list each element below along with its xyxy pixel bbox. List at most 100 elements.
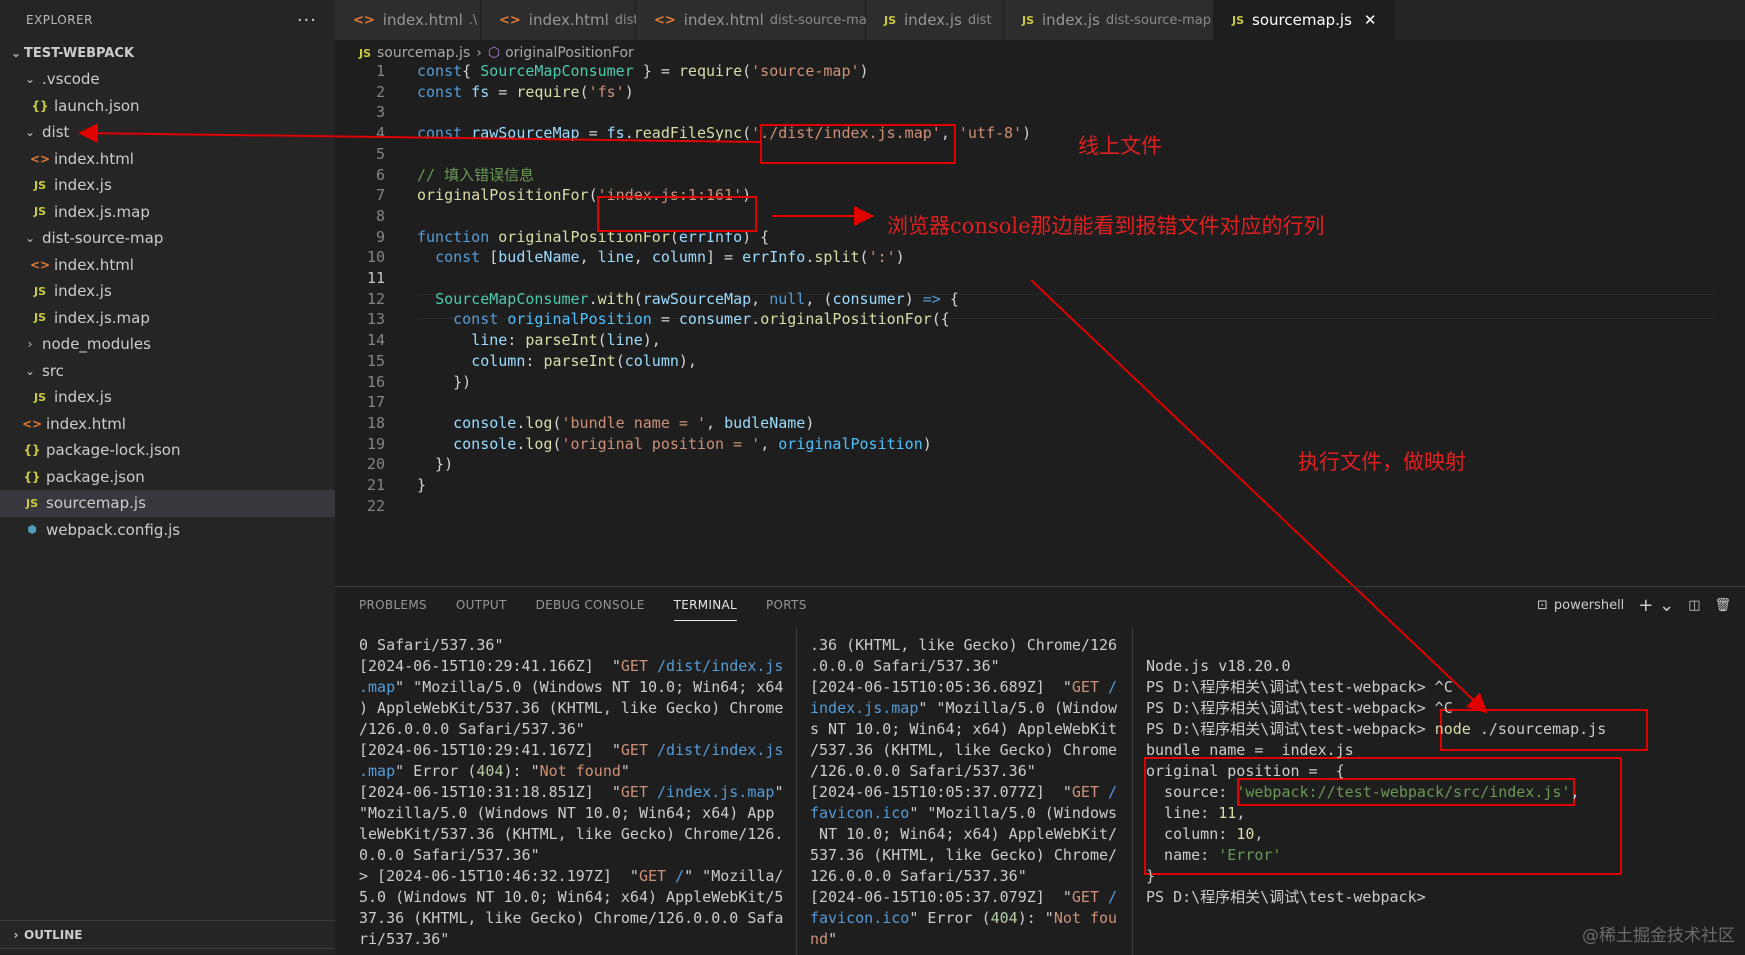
terminal-middle[interactable]: .36 (KHTML, like Gecko) Chrome/126 .0.0.0…	[810, 635, 1126, 950]
terminal-left[interactable]: 0 Safari/537.36" [2024-06-15T10:29:41.166…	[359, 635, 789, 950]
tree-item[interactable]: ⌄ src	[0, 358, 335, 385]
code-token: )	[904, 289, 923, 308]
breadcrumb-symbol[interactable]: originalPositionFor	[505, 45, 634, 61]
panel-tab[interactable]: OUTPUT	[456, 590, 507, 620]
code-token: console	[453, 413, 517, 432]
terminal-line: s NT 10.0; Win64; x64) AppleWebKit	[810, 719, 1126, 740]
line-number: 21	[366, 476, 385, 494]
breadcrumb-separator: ›	[476, 45, 482, 61]
terminal-line: name: 'Error'	[1146, 845, 1736, 866]
code-editor[interactable]: 1 const{ SourceMapConsumer } = require('s…	[335, 62, 1745, 586]
tree-item[interactable]: JS index.js	[0, 278, 335, 305]
code-token: const	[417, 124, 463, 143]
terminal-token: GET	[1071, 678, 1109, 696]
outline-section[interactable]: › OUTLINE	[0, 920, 335, 948]
code-token: // 填入错误信息	[417, 165, 535, 184]
terminal-line: 537.36 (KHTML, like Gecko) Chrome/	[810, 845, 1126, 866]
editor-tab[interactable]: <> index.html dist-source-map	[636, 0, 875, 40]
code-line: 13 const originalPosition = consumer.ori…	[335, 308, 1735, 331]
code-token: , (	[805, 289, 833, 308]
code-token: console	[453, 434, 517, 453]
terminal-token: GET	[620, 783, 658, 801]
tree-item[interactable]: JS index.js.map	[0, 199, 335, 226]
code-line: 3	[335, 101, 1735, 124]
panel-actions: ⊡ powershell + ⌄ ◫ 🗑	[1537, 587, 1745, 623]
tree-item[interactable]: ⬢ webpack.config.js	[0, 517, 335, 544]
editor-tab[interactable]: JS sourcemap.js ✕	[1214, 0, 1396, 40]
code-token: .	[588, 289, 598, 308]
tree-item[interactable]: <> index.html	[0, 411, 335, 438]
js-file-icon: JS	[33, 284, 46, 298]
editor-tab[interactable]: <> index.html .\	[335, 0, 481, 40]
terminal-token: /index.js.map	[657, 783, 775, 801]
terminal-token: [2024-06-15T10:31:18.851Z] "	[359, 783, 621, 801]
tree-item-label: src	[42, 361, 64, 380]
tree-item[interactable]: ⌄ .vscode	[0, 66, 335, 93]
editor-tab[interactable]: JS index.js dist-source-map	[1004, 0, 1214, 40]
terminal-token: "	[774, 783, 784, 801]
terminal-token: /	[1108, 678, 1118, 696]
tree-item[interactable]: <> index.html	[0, 146, 335, 173]
tree-item[interactable]: › node_modules	[0, 331, 335, 358]
js-file-icon: JS	[33, 205, 46, 219]
project-root[interactable]: ⌄ TEST-WEBPACK	[0, 40, 335, 66]
panel-tabs: PROBLEMS OUTPUT DEBUG CONSOLE TERMINAL PORTS	[335, 587, 1745, 623]
code-token: (	[633, 289, 643, 308]
code-token: log	[525, 434, 553, 453]
tree-item[interactable]: JS sourcemap.js	[0, 490, 335, 517]
terminal-line: .map" Error (404): "Not found"	[359, 761, 789, 782]
tree-item[interactable]: {} launch.json	[0, 93, 335, 120]
breadcrumb-file[interactable]: sourcemap.js	[377, 45, 470, 61]
panel-tab[interactable]: PROBLEMS	[359, 590, 427, 620]
terminal-line: Node.js v18.20.0	[1146, 656, 1736, 677]
panel-tab[interactable]: PORTS	[766, 590, 807, 620]
code-token: line	[606, 331, 643, 350]
terminal-token: 11	[1218, 804, 1237, 822]
terminal-token: /	[675, 867, 685, 885]
shell-name[interactable]: powershell	[1554, 598, 1624, 613]
tab-label: sourcemap.js	[1252, 11, 1352, 29]
tree-item[interactable]: {} package.json	[0, 464, 335, 491]
annotation-box-error-position	[597, 196, 757, 232]
editor-tabs: <> index.html .\ <> index.html dist <> index.ht…	[335, 0, 1745, 40]
panel-tab[interactable]: DEBUG CONSOLE	[536, 590, 645, 620]
tree-item[interactable]: <> index.html	[0, 252, 335, 279]
tab-description: dist-source-map	[769, 12, 875, 28]
tree-item-label: index.html	[46, 414, 126, 433]
trash-icon[interactable]: 🗑	[1714, 598, 1731, 613]
code-token: const	[417, 82, 463, 101]
code-token: rawSourceMap	[642, 289, 752, 308]
tree-item[interactable]: ⌄ dist	[0, 119, 335, 146]
terminal-token: column:	[1146, 825, 1237, 843]
more-actions-icon[interactable]: ···	[297, 10, 317, 31]
editor-tab[interactable]: JS index.js dist	[866, 0, 1004, 40]
tree-item[interactable]: JS index.js	[0, 172, 335, 199]
editor-tab[interactable]: <> index.html dist	[481, 0, 639, 40]
code-token: (	[597, 331, 607, 350]
panel-tab[interactable]: TERMINAL	[673, 590, 738, 621]
terminal-token: favicon.ico	[810, 909, 910, 927]
code-token: line	[597, 248, 634, 267]
terminal-right[interactable]: Node.js v18.20.0 PS D:\程序相关\调试\test-webpa…	[1146, 635, 1736, 908]
code-token: originalPosition	[507, 310, 652, 329]
terminal-line: 37.36 (KHTML, like Gecko) Chrome/126.0.0…	[359, 908, 789, 929]
terminal-token: PS D:\程序相关\调试\test-webpack>	[1146, 720, 1435, 738]
split-terminal-icon[interactable]: ◫	[1688, 598, 1700, 613]
code-token: const	[453, 310, 499, 329]
tree-item[interactable]: ⌄ dist-source-map	[0, 225, 335, 252]
code-token: :	[525, 351, 544, 370]
tree-item[interactable]: JS index.js.map	[0, 305, 335, 332]
terminal-line: PS D:\程序相关\调试\test-webpack>	[1146, 887, 1736, 908]
code-line: 19 console.log('original position = ', o…	[335, 433, 1735, 456]
close-icon[interactable]: ✕	[1364, 11, 1377, 29]
tree-item-label: index.js	[54, 388, 112, 407]
line-number: 4	[375, 124, 385, 143]
tree-item[interactable]: JS index.js	[0, 384, 335, 411]
tree-item[interactable]: {} package-lock.json	[0, 437, 335, 464]
html-file-icon: <>	[22, 416, 43, 431]
new-terminal-icon[interactable]: + ⌄	[1638, 595, 1674, 616]
tree-item-label: index.html	[54, 255, 134, 274]
js-file-icon: JS	[1022, 13, 1035, 27]
